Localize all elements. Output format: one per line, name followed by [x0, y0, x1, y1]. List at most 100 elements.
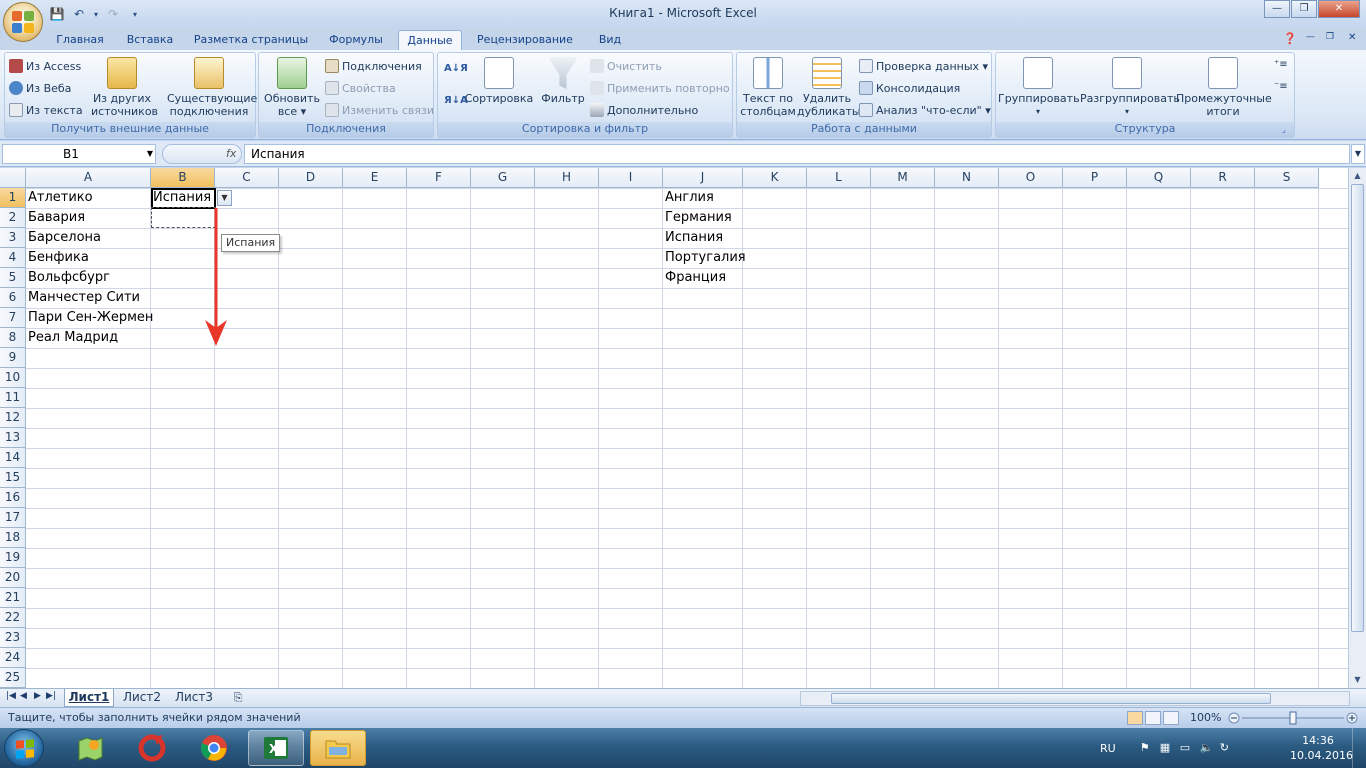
subtotal-button[interactable]: Промежуточные итоги: [1176, 57, 1272, 118]
select-all-corner[interactable]: [0, 168, 26, 188]
vertical-scroll-thumb[interactable]: [1351, 184, 1364, 632]
row-header-10[interactable]: 10: [0, 368, 26, 388]
row-header-23[interactable]: 23: [0, 628, 26, 648]
column-header-k[interactable]: K: [743, 168, 807, 188]
sheet-tab-1[interactable]: Лист1: [64, 689, 114, 707]
data-validation-button[interactable]: Проверка данных ▾: [859, 59, 988, 73]
tab-formulas[interactable]: Формулы: [322, 30, 390, 50]
text-to-columns-button[interactable]: Текст по столбцам: [739, 57, 797, 118]
cell-a5[interactable]: Вольфсбург: [26, 268, 110, 288]
prev-sheet-icon[interactable]: ◀: [20, 691, 27, 701]
row-header-3[interactable]: 3: [0, 228, 26, 248]
row-header-17[interactable]: 17: [0, 508, 26, 528]
tab-insert[interactable]: Вставка: [120, 30, 180, 50]
row-header-19[interactable]: 19: [0, 548, 26, 568]
close-button[interactable]: ✕: [1318, 0, 1360, 18]
worksheet-grid[interactable]: ABCDEFGHIJKLMNOPQRS 1 2 3 4 5 6 7 8 9 10 11 12 13 14 1…: [0, 168, 1348, 688]
tab-review[interactable]: Рецензирование: [472, 30, 578, 50]
power-icon[interactable]: ↻: [1220, 741, 1234, 755]
row-header-6[interactable]: 6: [0, 288, 26, 308]
column-header-p[interactable]: P: [1063, 168, 1127, 188]
name-box[interactable]: B1 ▼: [2, 144, 156, 164]
validation-dropdown-button[interactable]: ▼: [217, 190, 232, 206]
language-indicator[interactable]: RU: [1100, 742, 1116, 755]
row-header-14[interactable]: 14: [0, 448, 26, 468]
column-header-d[interactable]: D: [279, 168, 343, 188]
row-header-15[interactable]: 15: [0, 468, 26, 488]
cell-a7[interactable]: Пари Сен-Жермен: [26, 308, 153, 328]
insert-sheet-icon[interactable]: ⎘: [224, 689, 252, 707]
group-button[interactable]: Группировать ▾: [998, 57, 1080, 118]
cell-j3[interactable]: Испания: [663, 228, 723, 248]
ungroup-button[interactable]: Разгруппировать ▾: [1080, 57, 1180, 118]
column-header-a[interactable]: A: [26, 168, 151, 188]
devices-icon[interactable]: ▭: [1180, 741, 1194, 755]
what-if-button[interactable]: Анализ "что-если" ▾: [859, 103, 991, 117]
flag-icon[interactable]: ⚑: [1140, 741, 1154, 755]
advanced-filter-button[interactable]: Дополнительно: [590, 103, 698, 117]
cell-j2[interactable]: Германия: [663, 208, 732, 228]
volume-icon[interactable]: 🔈: [1200, 741, 1214, 755]
row-header-21[interactable]: 21: [0, 588, 26, 608]
maximize-button[interactable]: ❐: [1291, 0, 1317, 18]
column-header-n[interactable]: N: [935, 168, 999, 188]
row-header-5[interactable]: 5: [0, 268, 26, 288]
ribbon-close-icon[interactable]: ✕: [1348, 32, 1356, 43]
next-sheet-icon[interactable]: ▶: [34, 691, 41, 701]
cell-j5[interactable]: Франция: [663, 268, 726, 288]
cell-a3[interactable]: Барселона: [26, 228, 101, 248]
page-break-view-icon[interactable]: [1163, 711, 1179, 725]
cell-j1[interactable]: Англия: [663, 188, 714, 208]
row-header-13[interactable]: 13: [0, 428, 26, 448]
taskbar-app-ccleaner[interactable]: [124, 730, 180, 766]
consolidate-button[interactable]: Консолидация: [859, 81, 960, 95]
row-header-11[interactable]: 11: [0, 388, 26, 408]
edit-links-button[interactable]: Изменить связи: [325, 103, 434, 117]
row-header-7[interactable]: 7: [0, 308, 26, 328]
clock[interactable]: 14:36 10.04.2016: [1290, 733, 1353, 763]
ribbon-restore-icon[interactable]: ❐: [1326, 32, 1334, 42]
zoom-slider[interactable]: [1228, 711, 1360, 725]
column-header-i[interactable]: I: [599, 168, 663, 188]
cell-a2[interactable]: Бавария: [26, 208, 85, 228]
tab-data[interactable]: Данные: [398, 30, 462, 50]
column-header-c[interactable]: C: [215, 168, 279, 188]
row-header-1[interactable]: 1: [0, 188, 26, 208]
show-desktop-button[interactable]: [1352, 728, 1366, 768]
reapply-button[interactable]: Применить повторно: [590, 81, 730, 95]
taskbar-app-explorer[interactable]: [310, 730, 366, 766]
from-text-button[interactable]: Из текста: [9, 103, 83, 117]
column-header-r[interactable]: R: [1191, 168, 1255, 188]
sheet-tab-2[interactable]: Лист2: [118, 689, 166, 707]
row-header-12[interactable]: 12: [0, 408, 26, 428]
connections-button[interactable]: Подключения: [325, 59, 422, 73]
selected-cell-b1[interactable]: [151, 188, 216, 209]
refresh-all-button[interactable]: Обновить все ▾: [261, 57, 323, 118]
column-header-f[interactable]: F: [407, 168, 471, 188]
zoom-level[interactable]: 100%: [1190, 711, 1221, 724]
ribbon-minimize-icon[interactable]: —: [1306, 32, 1315, 42]
office-button[interactable]: [3, 2, 43, 42]
help-icon[interactable]: ❓: [1283, 32, 1297, 45]
first-sheet-icon[interactable]: |◀: [6, 691, 16, 701]
column-header-h[interactable]: H: [535, 168, 599, 188]
network-icon[interactable]: ▦: [1160, 741, 1174, 755]
row-header-16[interactable]: 16: [0, 488, 26, 508]
tab-home[interactable]: Главная: [52, 30, 108, 50]
column-header-g[interactable]: G: [471, 168, 535, 188]
row-header-9[interactable]: 9: [0, 348, 26, 368]
row-header-4[interactable]: 4: [0, 248, 26, 268]
tab-view[interactable]: Вид: [590, 30, 630, 50]
page-layout-view-icon[interactable]: [1145, 711, 1161, 725]
normal-view-icon[interactable]: [1127, 711, 1143, 725]
start-button[interactable]: [4, 729, 44, 767]
row-header-24[interactable]: 24: [0, 648, 26, 668]
vertical-scrollbar[interactable]: ▲ ▼: [1348, 168, 1366, 688]
sheet-tab-3[interactable]: Лист3: [170, 689, 218, 707]
formula-input[interactable]: Испания: [244, 144, 1350, 164]
from-other-sources-button[interactable]: Из других источников ▾: [91, 57, 158, 131]
column-header-j[interactable]: J: [663, 168, 743, 188]
column-header-b[interactable]: B: [151, 168, 215, 188]
dialog-launcher-icon[interactable]: ⌟: [1282, 125, 1292, 135]
column-header-m[interactable]: M: [871, 168, 935, 188]
